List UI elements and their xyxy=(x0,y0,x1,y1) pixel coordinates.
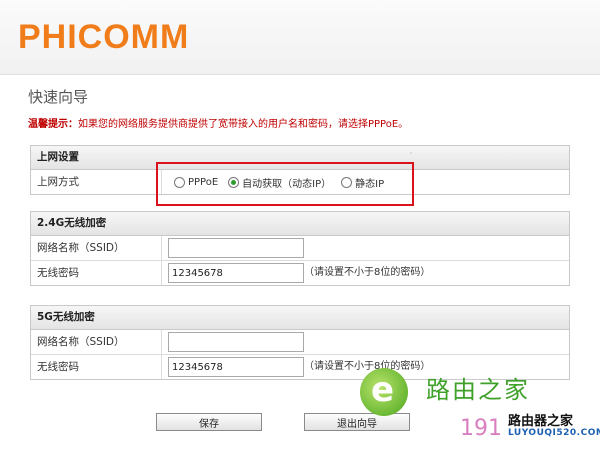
watermark-url: LUYOUQI520.COM xyxy=(508,428,600,438)
watermark: 路由之家 191 路由器之家 LUYOUQI520.COM xyxy=(360,360,600,450)
wifi-5g-heading: 5G无线加密 xyxy=(31,306,569,330)
wifi-24g-password-hint: （请设置不小于8位的密码） xyxy=(304,267,431,278)
wifi-24g-ssid-label: 网络名称（SSID） xyxy=(37,236,162,260)
wifi-5g-ssid-row: 网络名称（SSID） xyxy=(31,330,569,355)
watermark-number: 191 xyxy=(460,416,502,441)
save-button[interactable]: 保存 xyxy=(156,413,262,431)
internet-mode-label: 上网方式 xyxy=(37,170,162,194)
wifi-5g-password-label: 无线密码 xyxy=(37,355,162,379)
wifi-24g-password-label: 无线密码 xyxy=(37,261,162,285)
wifi-24g-heading: 2.4G无线加密 xyxy=(31,212,569,236)
watermark-site-name: 路由之家 xyxy=(426,376,530,404)
watermark-site-name-2: 路由器之家 xyxy=(508,414,574,429)
wifi-5g-ssid-input[interactable] xyxy=(168,332,304,352)
header-bar: PHICOMM xyxy=(0,0,600,75)
wifi-24g-ssid-input[interactable] xyxy=(168,238,304,258)
wifi-24g-password-input[interactable] xyxy=(168,263,304,283)
tip-content: 如果您的网络服务提供商提供了宽带接入的用户名和密码，请选择PPPoE。 xyxy=(78,119,409,130)
cursor-mark-icon: ′ xyxy=(410,152,413,162)
wifi-5g-password-input[interactable] xyxy=(168,357,304,377)
wifi-24g-password-row: 无线密码 （请设置不小于8位的密码） xyxy=(31,261,569,285)
tip-text: 温馨提示：如果您的网络服务提供商提供了宽带接入的用户名和密码，请选择PPPoE。 xyxy=(28,115,408,130)
highlight-annotation-box xyxy=(156,162,414,206)
tip-label: 温馨提示： xyxy=(28,119,78,130)
watermark-logo-icon xyxy=(360,368,408,416)
wifi-24g-ssid-row: 网络名称（SSID） xyxy=(31,236,569,261)
wifi-24g-section: 2.4G无线加密 网络名称（SSID） 无线密码 （请设置不小于8位的密码） xyxy=(30,211,570,286)
wifi-5g-ssid-label: 网络名称（SSID） xyxy=(37,330,162,354)
page-title: 快速向导 xyxy=(28,88,89,106)
phicomm-logo: PHICOMM xyxy=(18,18,190,56)
